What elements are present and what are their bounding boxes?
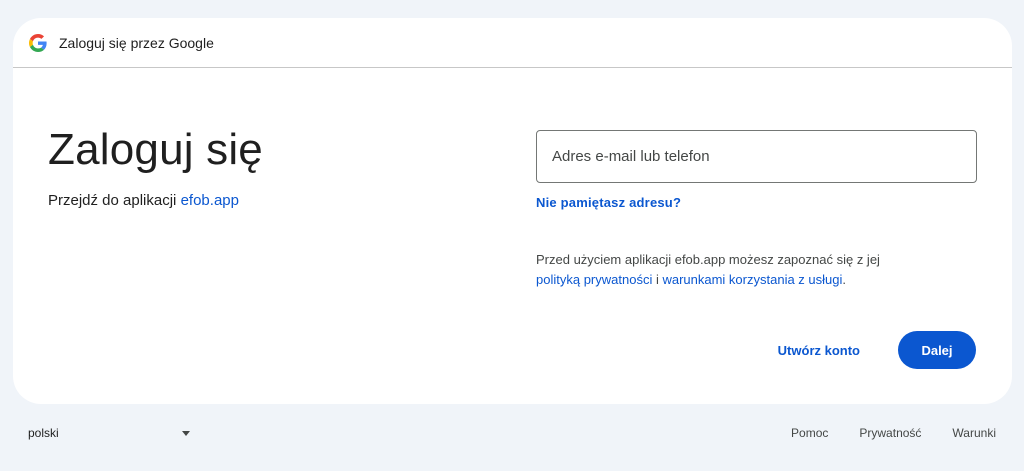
policy-prefix: Przed użyciem aplikacji efob.app możesz … (536, 252, 880, 267)
policy-end: . (842, 272, 846, 287)
forgot-email-link[interactable]: Nie pamiętasz adresu? (536, 195, 681, 210)
header-title: Zaloguj się przez Google (59, 34, 214, 51)
actions-bar: Utwórz konto Dalej (766, 331, 976, 369)
language-label: polski (28, 426, 59, 440)
left-column: Zaloguj się Przejdź do aplikacji efob.ap… (48, 122, 263, 209)
policy-and: i (655, 272, 659, 287)
card-header: Zaloguj się przez Google (13, 18, 1012, 68)
policy-text: Przed użyciem aplikacji efob.app możesz … (536, 250, 977, 290)
footer: polski Pomoc Prywatność Warunki (0, 420, 1024, 450)
email-input[interactable] (552, 148, 976, 165)
next-button[interactable]: Dalej (898, 331, 976, 369)
subtitle: Przejdź do aplikacji efob.app (48, 192, 263, 209)
footer-link-privacy[interactable]: Prywatność (859, 426, 921, 440)
footer-link-help[interactable]: Pomoc (791, 426, 828, 440)
signin-card: Zaloguj się przez Google Zaloguj się Prz… (13, 18, 1012, 404)
email-field-container[interactable] (536, 130, 977, 183)
subtitle-prefix: Przejdź do aplikacji (48, 192, 177, 209)
right-column: Nie pamiętasz adresu? Przed użyciem apli… (536, 130, 977, 290)
create-account-button[interactable]: Utwórz konto (766, 333, 872, 368)
app-name-link[interactable]: efob.app (181, 192, 239, 209)
footer-links: Pomoc Prywatność Warunki (760, 426, 996, 440)
page-title: Zaloguj się (48, 125, 263, 174)
language-select[interactable]: polski (28, 426, 190, 440)
privacy-policy-link[interactable]: polityką prywatności (536, 272, 652, 287)
footer-link-terms[interactable]: Warunki (952, 426, 996, 440)
google-g-icon (29, 33, 47, 52)
chevron-down-icon (182, 430, 190, 436)
terms-link[interactable]: warunkami korzystania z usługi (662, 272, 842, 287)
